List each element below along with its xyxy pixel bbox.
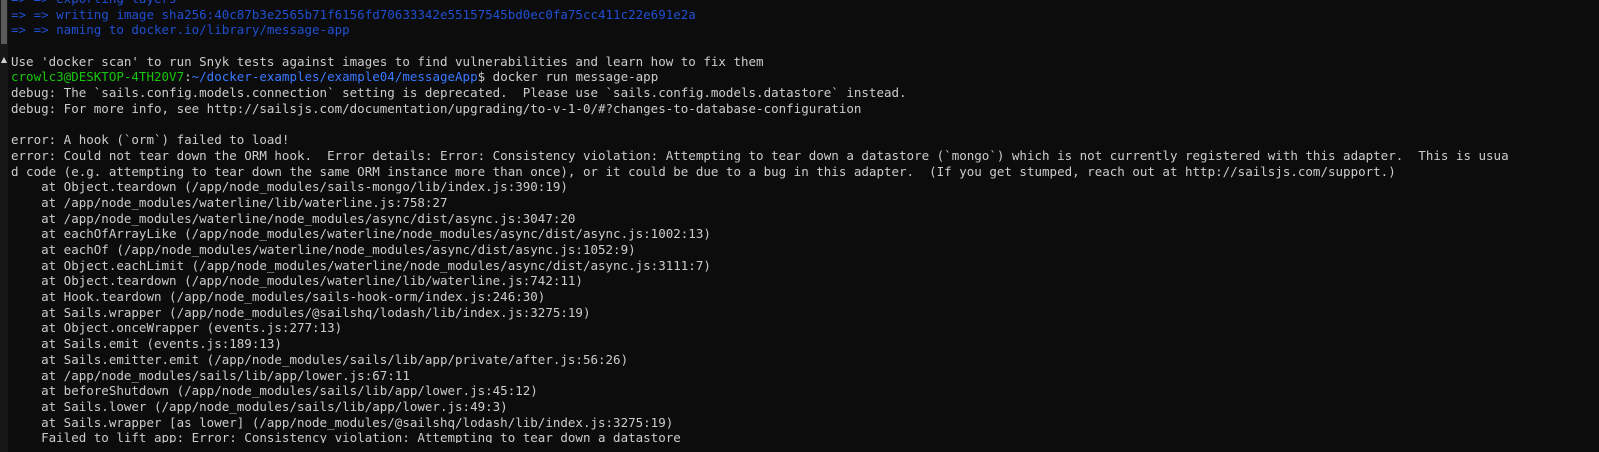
terminal-line: at eachOf (/app/node_modules/waterline/n… [11, 242, 636, 257]
prompt-user: crowlc3@DESKTOP-4TH20V7 [11, 69, 185, 85]
terminal-line: error: A hook (`orm`) failed to load! [11, 132, 290, 148]
terminal-line: at /app/node_modules/waterline/node_modu… [11, 210, 576, 226]
terminal-line: d code (e.g. attempting to tear down the… [11, 163, 1396, 179]
terminal-line: Failed to lift app: Error: Consistency v… [11, 430, 681, 443]
terminal-line: at Sails.wrapper [as lower] (/app/node_m… [11, 414, 674, 430]
prompt-dollar: $ [477, 69, 486, 85]
terminal-line: at Sails.lower (/app/node_modules/sails/… [11, 398, 508, 414]
terminal-line: => => naming to docker.io/library/messag… [11, 22, 350, 38]
terminal-line: at Object.teardown (/app/node_modules/sa… [11, 179, 568, 195]
terminal-line: debug: For more info, see http://sailsjs… [11, 100, 862, 116]
terminal-line: at Sails.emit (events.js:189:13) [11, 336, 282, 352]
terminal-line: at /app/node_modules/sails/lib/app/lower… [11, 367, 410, 383]
terminal-line: at eachOfArrayLike (/app/node_modules/wa… [11, 226, 711, 242]
terminal-output[interactable]: => => exporting layers=> => writing imag… [0, 0, 1599, 443]
terminal-line: at Object.teardown (/app/node_modules/wa… [11, 273, 583, 289]
terminal-line: at beforeShutdown (/app/node_modules/sai… [11, 383, 538, 399]
terminal-line: at Sails.emitter.emit (/app/node_modules… [11, 351, 629, 367]
terminal-window: ▲ => => exporting layers=> => writing im… [0, 0, 1599, 452]
terminal-line: at Object.onceWrapper (events.js:277:13) [11, 320, 343, 336]
terminal-line: at Hook.teardown (/app/node_modules/sail… [11, 289, 546, 305]
prompt-separator: : [184, 69, 192, 85]
terminal-line: debug: The `sails.config.models.connecti… [11, 85, 907, 101]
terminal-line: at Object.eachLimit (/app/node_modules/w… [11, 257, 711, 273]
prompt-command: docker run message-app [485, 69, 659, 85]
terminal-line: Use 'docker scan' to run Snyk tests agai… [11, 53, 764, 69]
terminal-line: crowlc3@DESKTOP-4TH20V7:~/docker-example… [11, 69, 1599, 85]
terminal-line: at /app/node_modules/waterline/lib/water… [11, 194, 448, 210]
terminal-line: at Sails.wrapper (/app/node_modules/@sai… [11, 304, 591, 320]
terminal-line: => => writing image sha256:40c87b3e2565b… [11, 6, 696, 22]
prompt-path: ~/docker-examples/example04/messageApp [191, 69, 478, 85]
terminal-line: error: Could not tear down the ORM hook.… [11, 147, 1509, 163]
terminal-line: => => exporting layers [11, 0, 1599, 7]
